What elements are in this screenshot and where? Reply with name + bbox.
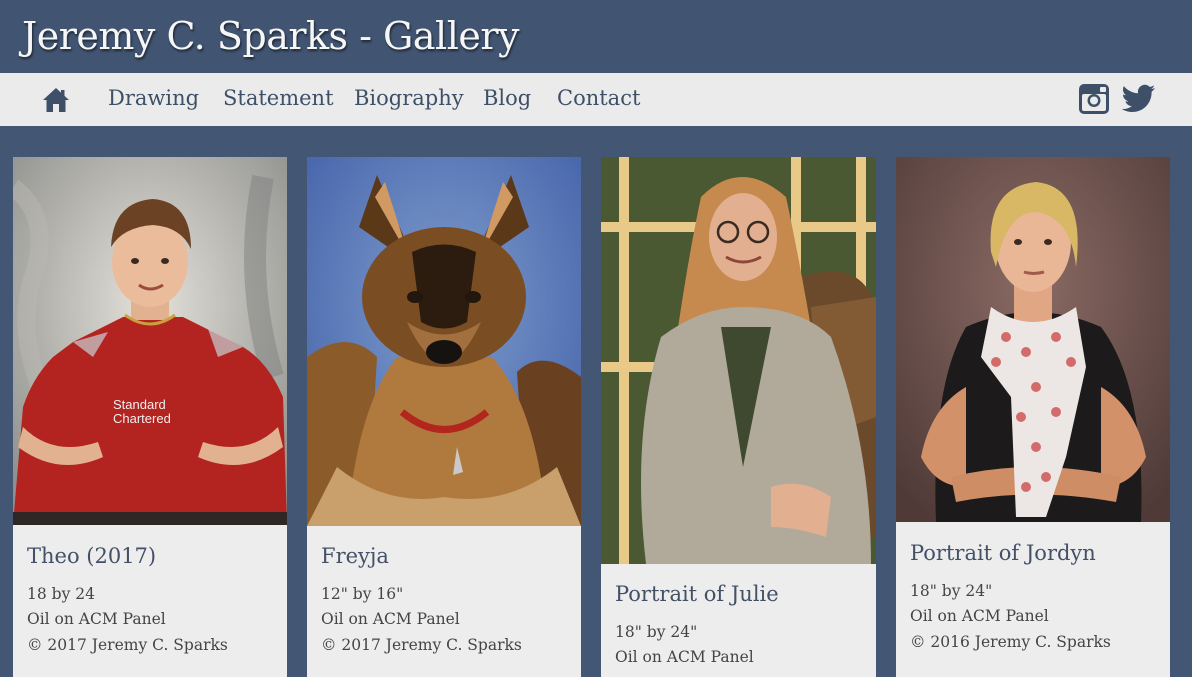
card-size: 12" by 16" — [321, 585, 404, 603]
card-copyright: © 2017 Jeremy C. Sparks — [27, 636, 228, 654]
card-title[interactable]: Theo (2017) — [27, 544, 156, 568]
card-medium: Oil on ACM Panel — [615, 648, 754, 666]
nav-item-blog[interactable]: Blog — [483, 86, 531, 110]
card-title[interactable]: Portrait of Jordyn — [910, 541, 1096, 565]
painting-jordyn[interactable] — [896, 157, 1170, 522]
card-copyright: © 2017 Jeremy C. Sparks — [321, 636, 522, 654]
nav-item-contact[interactable]: Contact — [557, 86, 640, 110]
main-nav: Drawing Statement Biography Blog Contact — [0, 73, 1192, 126]
site-title[interactable]: Jeremy C. Sparks - Gallery — [22, 14, 519, 58]
painting-theo[interactable]: Standard Chartered — [13, 157, 287, 525]
nav-item-statement[interactable]: Statement — [223, 86, 334, 110]
card-size: 18 by 24 — [27, 585, 95, 603]
twitter-icon[interactable] — [1122, 84, 1156, 114]
card-medium: Oil on ACM Panel — [321, 610, 460, 628]
card-copyright: © 2016 Jeremy C. Sparks — [910, 633, 1111, 651]
home-icon[interactable] — [42, 87, 70, 113]
nav-item-drawing[interactable]: Drawing — [108, 86, 199, 110]
card-size: 18" by 24" — [615, 623, 698, 641]
svg-text:Standard: Standard — [113, 397, 166, 412]
card-size: 18" by 24" — [910, 582, 993, 600]
instagram-icon[interactable] — [1078, 83, 1110, 115]
nav-item-biography[interactable]: Biography — [354, 86, 464, 110]
card-title[interactable]: Portrait of Julie — [615, 582, 779, 606]
gallery-card-freyja[interactable]: Freyja 12" by 16" Oil on ACM Panel © 201… — [307, 157, 581, 677]
painting-freyja[interactable] — [307, 157, 581, 526]
gallery-card-julie[interactable]: Portrait of Julie 18" by 24" Oil on ACM … — [601, 157, 876, 677]
site-header: Jeremy C. Sparks - Gallery — [0, 0, 1192, 73]
gallery-card-theo[interactable]: Standard Chartered Theo (2017) 18 by 24 … — [13, 157, 287, 677]
card-title[interactable]: Freyja — [321, 544, 389, 568]
gallery-card-jordyn[interactable]: Portrait of Jordyn 18" by 24" Oil on ACM… — [896, 157, 1170, 677]
painting-julie[interactable] — [601, 157, 876, 564]
card-medium: Oil on ACM Panel — [27, 610, 166, 628]
card-medium: Oil on ACM Panel — [910, 607, 1049, 625]
svg-text:Chartered: Chartered — [113, 411, 171, 426]
